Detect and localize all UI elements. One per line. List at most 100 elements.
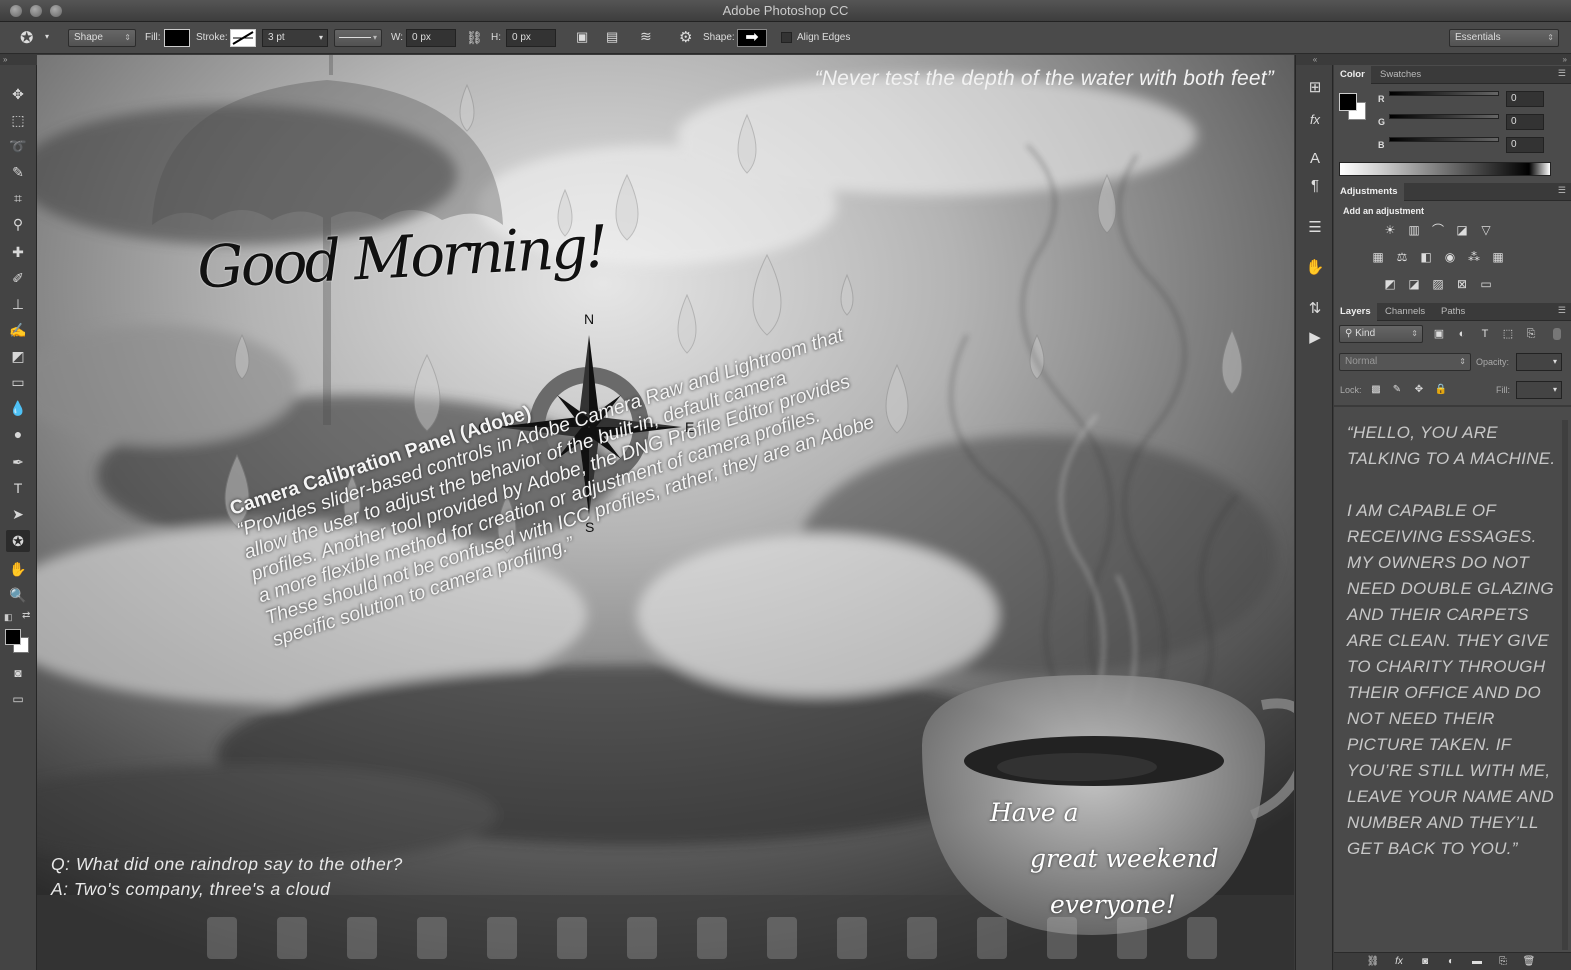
- r-value[interactable]: 0: [1506, 91, 1544, 107]
- width-field[interactable]: 0 px: [406, 29, 456, 47]
- chevron-down-icon[interactable]: ▾: [45, 32, 49, 41]
- tab-channels[interactable]: Channels: [1379, 303, 1431, 321]
- lock-transparency-icon[interactable]: ▩: [1367, 382, 1385, 398]
- levels-icon[interactable]: ▥: [1405, 222, 1423, 238]
- custom-shape-tool-preset-icon[interactable]: ✪: [20, 28, 33, 48]
- invert-icon[interactable]: ◩: [1381, 276, 1399, 292]
- brightness-contrast-icon[interactable]: ☀: [1381, 222, 1399, 238]
- color-lookup-icon[interactable]: ▦: [1489, 249, 1507, 265]
- b-value[interactable]: 0: [1506, 137, 1544, 153]
- path-arrangement-icon[interactable]: ≋: [640, 28, 652, 45]
- posterize-icon[interactable]: ◪: [1405, 276, 1423, 292]
- tab-layers[interactable]: Layers: [1334, 303, 1377, 321]
- tab-swatches[interactable]: Swatches: [1374, 66, 1427, 84]
- zoom-tool-icon[interactable]: 🔍: [6, 584, 30, 606]
- blend-mode-select[interactable]: Normal ⇕: [1339, 353, 1471, 371]
- blur-tool-icon[interactable]: 💧: [6, 397, 30, 419]
- fill-field[interactable]: ▾: [1516, 381, 1562, 399]
- layer-filter-select[interactable]: ⚲ Kind ⇕: [1339, 325, 1423, 343]
- move-tool-icon[interactable]: ✥: [6, 83, 30, 105]
- selective-color-icon[interactable]: ⊠: [1453, 276, 1471, 292]
- color-ramp[interactable]: [1339, 162, 1551, 176]
- link-icon[interactable]: ⛓: [466, 30, 483, 46]
- custom-shape-tool-icon[interactable]: ✪: [6, 530, 30, 552]
- fill-swatch[interactable]: [164, 29, 190, 47]
- vibrance-icon[interactable]: ▽: [1477, 222, 1495, 238]
- black-white-icon[interactable]: ◧: [1417, 249, 1435, 265]
- workspace-select[interactable]: Essentials ⇕: [1449, 29, 1559, 47]
- type-filter-icon[interactable]: T: [1476, 326, 1494, 342]
- new-group-icon[interactable]: ▬: [1468, 954, 1486, 970]
- document-canvas[interactable]: “Never test the depth of the water with …: [37, 55, 1294, 970]
- lock-position-icon[interactable]: ✥: [1410, 382, 1428, 398]
- link-layers-icon[interactable]: ⛓: [1364, 954, 1382, 970]
- b-slider[interactable]: [1389, 137, 1499, 142]
- panel-menu-icon[interactable]: ☰: [1558, 68, 1566, 79]
- tool-presets-icon[interactable]: ✋: [1304, 257, 1326, 279]
- new-adjustment-layer-icon[interactable]: ◐: [1442, 954, 1460, 970]
- new-layer-icon[interactable]: ⎘: [1494, 954, 1512, 970]
- layers-scrollbar[interactable]: [1562, 420, 1568, 950]
- quick-mask-icon[interactable]: ◙: [6, 662, 30, 684]
- brush-tool-icon[interactable]: ✐: [6, 267, 30, 289]
- r-slider[interactable]: [1389, 91, 1499, 96]
- clone-stamp-tool-icon[interactable]: ⊥: [6, 293, 30, 315]
- clone-source-icon[interactable]: ⇅: [1304, 298, 1326, 320]
- stroke-type-select[interactable]: ▾: [334, 29, 382, 47]
- dodge-tool-icon[interactable]: ●: [6, 423, 30, 445]
- pixel-filter-icon[interactable]: ▣: [1430, 326, 1448, 342]
- eraser-tool-icon[interactable]: ◩: [6, 345, 30, 367]
- collapse-toolbar-icon[interactable]: »: [0, 55, 37, 65]
- eyedropper-tool-icon[interactable]: ⚲: [6, 213, 30, 235]
- filter-toggle[interactable]: [1553, 328, 1561, 340]
- paragraph-panel-icon[interactable]: ¶: [1304, 175, 1326, 197]
- lock-all-icon[interactable]: 🔒: [1432, 382, 1450, 398]
- default-colors-icon[interactable]: ◧: [4, 612, 13, 623]
- g-slider[interactable]: [1389, 114, 1499, 119]
- panel-menu-icon[interactable]: ☰: [1558, 305, 1566, 316]
- tab-adjustments[interactable]: Adjustments: [1334, 183, 1404, 201]
- align-edges-checkbox[interactable]: [781, 32, 792, 43]
- styles-panel-icon[interactable]: fx: [1304, 109, 1326, 131]
- layer-style-icon[interactable]: fx: [1390, 954, 1408, 970]
- curves-icon[interactable]: ⌒: [1429, 222, 1447, 238]
- swap-colors-icon[interactable]: ⇄: [22, 610, 30, 621]
- channel-mixer-icon[interactable]: ⁂: [1465, 249, 1483, 265]
- g-value[interactable]: 0: [1506, 114, 1544, 130]
- gear-icon[interactable]: ⚙: [679, 28, 692, 46]
- lock-image-icon[interactable]: ✎: [1388, 382, 1406, 398]
- history-brush-tool-icon[interactable]: ✍: [6, 319, 30, 341]
- stroke-width-field[interactable]: 3 pt ▾: [262, 29, 328, 47]
- smart-object-filter-icon[interactable]: ⎘: [1522, 326, 1540, 342]
- collapse-panels-icon[interactable]: »: [1334, 55, 1571, 65]
- adjustment-filter-icon[interactable]: ◐: [1453, 326, 1471, 342]
- threshold-icon[interactable]: ▨: [1429, 276, 1447, 292]
- gradient-map-icon[interactable]: ▭: [1477, 276, 1495, 292]
- healing-brush-tool-icon[interactable]: ✚: [6, 241, 30, 263]
- tool-mode-select[interactable]: Shape ⇕: [68, 29, 136, 47]
- photo-filter-icon[interactable]: ◉: [1441, 249, 1459, 265]
- color-panel-fg-swatch[interactable]: [1339, 93, 1357, 111]
- history-panel-icon[interactable]: ⊞: [1304, 77, 1326, 99]
- actions-play-icon[interactable]: ▶: [1304, 327, 1326, 349]
- delete-layer-icon[interactable]: 🗑: [1520, 954, 1538, 970]
- panel-menu-icon[interactable]: ☰: [1558, 185, 1566, 196]
- quick-select-tool-icon[interactable]: ✎: [6, 161, 30, 183]
- expand-panels-icon[interactable]: «: [1296, 55, 1334, 65]
- hand-tool-icon[interactable]: ✋: [6, 558, 30, 580]
- lasso-tool-icon[interactable]: ➰: [6, 135, 30, 157]
- type-tool-icon[interactable]: T: [6, 477, 30, 499]
- path-operations-icon[interactable]: ▣: [576, 29, 588, 45]
- shape-picker[interactable]: ➡: [737, 29, 767, 47]
- opacity-field[interactable]: ▾: [1516, 353, 1562, 371]
- path-alignment-icon[interactable]: ▤: [606, 29, 618, 45]
- crop-tool-icon[interactable]: ⌗: [6, 187, 30, 209]
- shape-filter-icon[interactable]: ⬚: [1499, 326, 1517, 342]
- foreground-color-swatch[interactable]: [5, 629, 21, 645]
- gradient-tool-icon[interactable]: ▭: [6, 371, 30, 393]
- path-select-tool-icon[interactable]: ➤: [6, 503, 30, 525]
- hue-saturation-icon[interactable]: ▦: [1369, 249, 1387, 265]
- exposure-icon[interactable]: ◪: [1453, 222, 1471, 238]
- pen-tool-icon[interactable]: ✒: [6, 451, 30, 473]
- stroke-swatch[interactable]: [230, 29, 256, 47]
